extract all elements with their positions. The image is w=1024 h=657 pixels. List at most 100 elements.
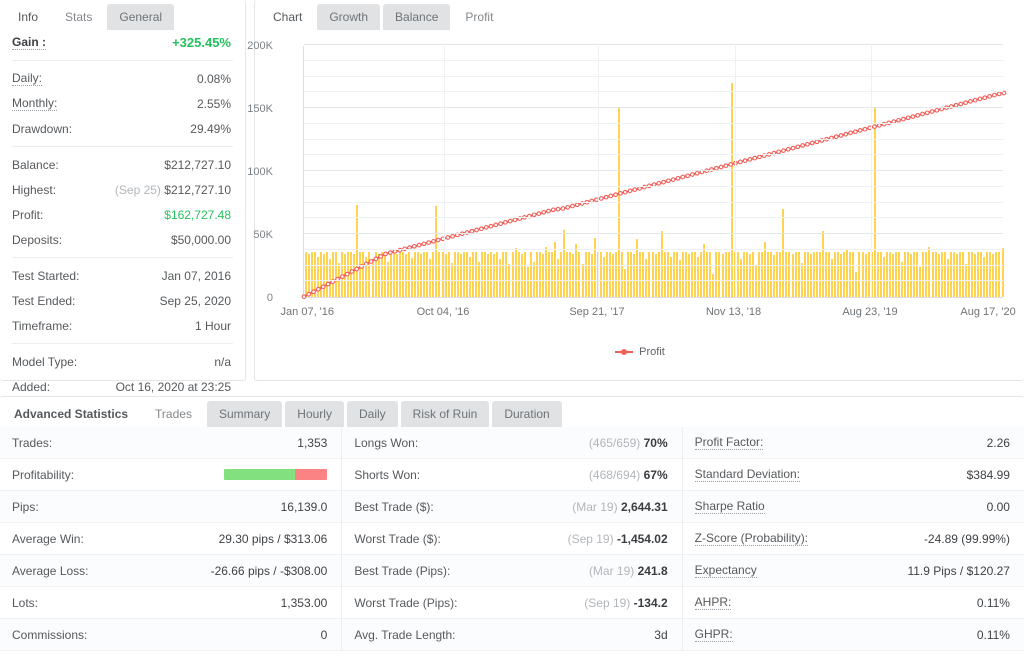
row-value: (Sep 19) -1,454.02 xyxy=(568,532,668,546)
stat-label: Timeframe: xyxy=(12,319,72,333)
tab-general[interactable]: General xyxy=(107,4,174,30)
table-row: Best Trade (Pips):(Mar 19) 241.8 xyxy=(342,555,681,587)
stat-row: Test Ended:Sep 25, 2020 xyxy=(0,288,245,313)
legend-line-marker-icon xyxy=(615,351,633,353)
tab-trades[interactable]: Trades xyxy=(143,401,204,427)
stat-label-text: Monthly: xyxy=(12,97,57,111)
stat-label[interactable]: Monthly: xyxy=(12,96,57,111)
group-separator xyxy=(12,257,233,258)
row-label-text: Expectancy xyxy=(695,564,757,578)
table-row: Expectancy 11.9 Pips / $120.27 xyxy=(683,555,1024,587)
row-value-text: 16,139.0 xyxy=(281,500,328,514)
tab-summary[interactable]: Summary xyxy=(207,401,282,427)
account-stats-card: InfoStatsGeneral Gain :+325.45%Daily:0.0… xyxy=(0,0,246,381)
row-value: 0.11% xyxy=(977,628,1010,642)
row-label: Pips: xyxy=(12,500,39,514)
tab-daily[interactable]: Daily xyxy=(347,401,398,427)
tab-profit[interactable]: Profit xyxy=(453,4,505,30)
trades-stats-table: Trades:1,353Profitability:Pips:16,139.0A… xyxy=(0,427,1024,651)
row-value-text: $384.99 xyxy=(967,468,1010,482)
row-label[interactable]: Sharpe Ratio xyxy=(695,499,765,514)
stat-value: $162,727.48 xyxy=(164,208,231,222)
row-label[interactable]: Standard Deviation: xyxy=(695,467,800,482)
table-row: Average Win:29.30 pips / $313.06 xyxy=(0,523,341,555)
row-value: 3d xyxy=(654,628,667,642)
row-value-text: 241.8 xyxy=(638,564,668,578)
gridline xyxy=(304,233,1003,234)
stat-value-text: n/a xyxy=(214,355,231,369)
stat-value: Sep 25, 2020 xyxy=(160,294,231,308)
stat-value-text: Sep 25, 2020 xyxy=(160,294,231,308)
chart-plot-area xyxy=(303,46,1003,298)
stat-value: Oct 16, 2020 at 23:25 xyxy=(116,380,231,394)
stat-value-text: 29.49% xyxy=(190,122,231,136)
tab-balance[interactable]: Balance xyxy=(383,4,450,30)
tab-info[interactable]: Info xyxy=(6,4,50,30)
stat-label[interactable]: Daily: xyxy=(12,71,42,86)
gridline-minor xyxy=(304,76,1003,77)
tab-stats[interactable]: Stats xyxy=(53,4,104,30)
x-axis-tick-label: Aug 23, '19 xyxy=(842,306,897,318)
stat-label: Profit: xyxy=(12,208,43,222)
row-value-text: 0.11% xyxy=(977,596,1010,610)
row-value: 11.9 Pips / $120.27 xyxy=(907,564,1010,578)
row-value-text: -26.66 pips / -$308.00 xyxy=(211,564,328,578)
stat-row: Highest:(Sep 25) $212,727.10 xyxy=(0,177,245,202)
profit-chart: 050K100K150K200K Jan 07, '16Oct 04, '16S… xyxy=(255,30,1024,378)
stat-value-text: $50,000.00 xyxy=(171,233,231,247)
gridline-minor xyxy=(304,139,1003,140)
row-label-text: Z-Score (Probability): xyxy=(695,532,808,546)
group-separator xyxy=(12,343,233,344)
chart-legend: Profit xyxy=(255,346,1024,358)
tab-hourly[interactable]: Hourly xyxy=(285,401,344,427)
row-label[interactable]: AHPR: xyxy=(695,595,732,610)
row-label: Best Trade ($): xyxy=(354,500,433,514)
stat-value: $212,727.10 xyxy=(164,158,231,172)
row-value-text: 67% xyxy=(644,468,668,482)
row-label: Avg. Trade Length: xyxy=(354,628,455,642)
tab-duration[interactable]: Duration xyxy=(492,401,561,427)
row-value-prefix: (Sep 19) xyxy=(568,532,617,546)
stat-row: Drawdown:29.49% xyxy=(0,116,245,141)
stat-label[interactable]: Gain : xyxy=(12,35,46,50)
x-axis-tick-label: Jan 07, '16 xyxy=(281,306,334,318)
account-stats-list: Gain :+325.45%Daily:0.08%Monthly:2.55%Dr… xyxy=(0,30,245,403)
y-axis-tick-label: 50K xyxy=(227,229,273,241)
stat-value-text: $212,727.10 xyxy=(164,183,231,197)
row-label[interactable]: Z-Score (Probability): xyxy=(695,531,808,546)
stat-label: Balance: xyxy=(12,158,59,172)
gridline-minor xyxy=(304,123,1003,124)
chart-card: ChartGrowthBalanceProfit 050K100K150K200… xyxy=(254,0,1024,381)
stat-label: Added: xyxy=(12,380,50,394)
row-value-text: 2,644.31 xyxy=(621,500,668,514)
row-value-text: 70% xyxy=(644,436,668,450)
row-value-prefix: (Sep 19) xyxy=(584,596,633,610)
row-value: (465/659) 70% xyxy=(589,436,668,450)
tab-growth[interactable]: Growth xyxy=(317,4,380,30)
stat-value-text: 1 Hour xyxy=(195,319,231,333)
gridline-minor xyxy=(304,217,1003,218)
gridline-minor xyxy=(304,60,1003,61)
table-row: Profit Factor:2.26 xyxy=(683,427,1024,459)
row-value: 0.00 xyxy=(987,500,1010,514)
row-label[interactable]: Profit Factor: xyxy=(695,435,764,450)
table-row: Avg. Trade Length: 3d xyxy=(342,619,681,651)
row-value-prefix: (Mar 19) xyxy=(589,564,638,578)
row-label[interactable]: Expectancy xyxy=(695,563,757,578)
stats-page: InfoStatsGeneral Gain :+325.45% Daily: 0.0… xyxy=(0,0,1024,657)
stat-row: Gain :+325.45% xyxy=(0,30,245,55)
row-label[interactable]: GHPR: xyxy=(695,627,733,642)
table-row: Standard Deviation: $384.99 xyxy=(683,459,1024,491)
stat-label: Highest: xyxy=(12,183,56,197)
table-row: Average Loss:-26.66 pips / -$308.00 xyxy=(0,555,341,587)
gridline-minor xyxy=(304,249,1003,250)
row-value-text: 29.30 pips / $313.06 xyxy=(219,532,328,546)
stat-label: Model Type: xyxy=(12,355,77,369)
row-value-text: 0.11% xyxy=(977,628,1010,642)
gridline xyxy=(304,44,1003,45)
row-label: Longs Won: xyxy=(354,436,418,450)
tab-risk-of-ruin[interactable]: Risk of Ruin xyxy=(401,401,490,427)
tab-chart[interactable]: Chart xyxy=(261,4,314,30)
table-row: GHPR: 0.11% xyxy=(683,619,1024,651)
stat-label-text: Gain : xyxy=(12,36,46,50)
